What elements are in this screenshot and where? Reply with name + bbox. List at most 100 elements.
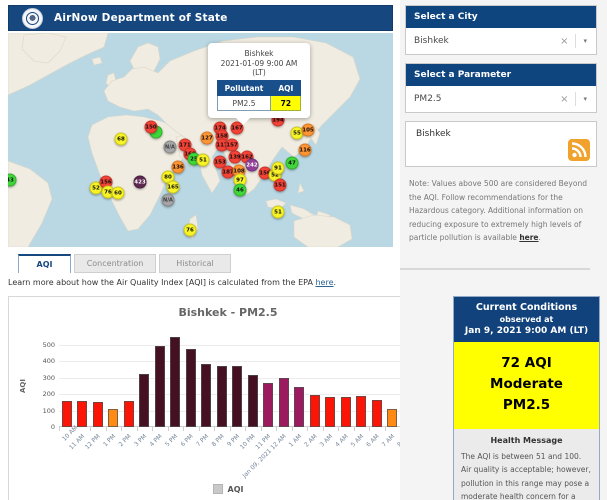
health-message-title: Health Message <box>461 436 592 445</box>
bar-2-am <box>310 395 320 427</box>
current-aqi-block: 72 AQI Moderate PM2.5 <box>454 342 599 429</box>
popup-aqi-value: 72 <box>271 96 301 111</box>
map-marker-136[interactable]: 136 <box>172 161 185 174</box>
sidebar-divider <box>400 268 590 270</box>
map-marker-60[interactable]: 60 <box>112 187 125 200</box>
bar-11-pm <box>263 383 273 427</box>
bar-7-am <box>387 409 397 427</box>
map-marker-105[interactable]: 105 <box>302 124 315 137</box>
current-conditions-header: Current Conditions observed at Jan 9, 20… <box>454 297 599 342</box>
map-marker-46[interactable]: 46 <box>234 184 247 197</box>
x-tick <box>75 427 76 431</box>
map-marker-242[interactable]: 242 <box>246 159 259 172</box>
rss-feed-box: Bishkek <box>405 121 597 167</box>
popup-city: Bishkek <box>211 49 307 58</box>
current-aqi-category: Moderate <box>454 374 599 395</box>
map-marker-51[interactable]: 51 <box>197 154 210 167</box>
map-marker-150[interactable]: 150 <box>145 121 158 134</box>
x-tick <box>121 427 122 431</box>
x-tick <box>276 427 277 431</box>
select-parameter-panel: Select a Parameter PM2.5 × ▾ <box>405 63 597 113</box>
x-tick <box>214 427 215 431</box>
map-marker-68[interactable]: 68 <box>115 133 128 146</box>
map-marker-165[interactable]: 165 <box>167 181 180 194</box>
learn-more-link[interactable]: here <box>315 278 333 287</box>
gridline-200 <box>59 394 431 395</box>
bar-8-pm <box>217 366 227 427</box>
y-tick-0: 0 <box>31 423 55 431</box>
x-tick <box>230 427 231 431</box>
parameter-select[interactable]: PM2.5 × ▾ <box>406 86 596 112</box>
city-select[interactable]: Bishkek × ▾ <box>406 28 596 54</box>
map-marker-76[interactable]: 76 <box>184 224 197 237</box>
map-marker-157[interactable]: 157 <box>226 139 239 152</box>
parameter-select-value[interactable]: PM2.5 <box>414 94 553 104</box>
map-marker-116[interactable]: 116 <box>299 144 312 157</box>
world-aqi-map[interactable]: 4352156766042368150N/A171160255112713680… <box>8 33 393 247</box>
chart-plot-area: 010020030040050010 AM11 AM12 PM1 PM2 PM3… <box>59 335 431 427</box>
city-select-value[interactable]: Bishkek <box>414 36 553 46</box>
tab-historical[interactable]: Historical <box>159 254 231 273</box>
x-tick <box>90 427 91 431</box>
bar-jan-09-2021-12-am <box>279 378 289 427</box>
x-tick <box>338 427 339 431</box>
bar-1-am <box>294 387 304 427</box>
x-tick <box>245 427 246 431</box>
x-tick <box>307 427 308 431</box>
tab-concentration[interactable]: Concentration <box>74 254 156 273</box>
bar-12-pm <box>93 402 103 427</box>
y-tick-500: 500 <box>31 341 55 349</box>
bar-6-am <box>372 400 382 427</box>
legend-swatch-icon <box>213 484 223 494</box>
chart-y-axis-label: AQI <box>19 379 27 393</box>
chart-legend: AQI <box>9 484 447 494</box>
map-marker-151[interactable]: 151 <box>274 179 287 192</box>
current-aqi-value: 72 AQI <box>454 353 599 374</box>
chevron-down-icon[interactable]: ▾ <box>576 37 594 45</box>
popup-table: Pollutant AQI PM2.5 72 <box>217 80 302 111</box>
current-conditions-title: Current Conditions <box>456 302 597 313</box>
learn-more-text: Learn more about how the Air Quality Ind… <box>8 278 336 287</box>
map-marker-423[interactable]: 423 <box>134 176 147 189</box>
map-marker-51[interactable]: 51 <box>272 206 285 219</box>
clear-icon[interactable]: × <box>553 94 575 105</box>
bar-10-am <box>62 401 72 427</box>
learn-more-label: Learn more about how the Air Quality Ind… <box>8 278 315 287</box>
state-department-seal-icon <box>22 8 43 29</box>
app-title: AirNow Department of State <box>54 12 228 24</box>
current-aqi-pollutant: PM2.5 <box>454 395 599 416</box>
bar-2-pm <box>124 401 134 427</box>
bar-4-am <box>341 397 351 427</box>
health-message-text: The AQI is between 51 and 100. Air quali… <box>461 450 592 500</box>
popup-pollutant-value: PM2.5 <box>217 96 271 111</box>
observed-datetime: Jan 9, 2021 9:00 AM (LT) <box>456 326 597 336</box>
map-marker-na[interactable]: N/A <box>162 194 175 207</box>
bar-3-am <box>325 397 335 427</box>
gridline-300 <box>59 378 431 379</box>
x-tick <box>385 427 386 431</box>
rss-icon[interactable] <box>568 139 590 161</box>
rss-city-label: Bishkek <box>416 129 596 139</box>
map-marker-127[interactable]: 127 <box>201 132 214 145</box>
select-city-header: Select a City <box>406 6 596 28</box>
chevron-down-icon[interactable]: ▾ <box>576 95 594 103</box>
y-tick-100: 100 <box>31 407 55 415</box>
x-tick <box>106 427 107 431</box>
popup-col-aqi: AQI <box>271 81 301 96</box>
bar-5-pm <box>170 337 180 427</box>
bar-1-pm <box>108 409 118 427</box>
note-here-link[interactable]: here <box>519 233 538 242</box>
x-label-10-am: 10 AM <box>61 433 71 443</box>
map-marker-na[interactable]: N/A <box>164 141 177 154</box>
clear-icon[interactable]: × <box>553 36 575 47</box>
chart-tabs: AQIConcentrationHistorical <box>18 254 231 273</box>
page: AirNow Department of State <box>0 0 607 500</box>
map-marker-47[interactable]: 47 <box>286 157 299 170</box>
tab-aqi[interactable]: AQI <box>18 254 71 273</box>
x-tick <box>59 427 60 431</box>
x-tick <box>292 427 293 431</box>
bar-10-pm <box>248 375 258 427</box>
map-marker-91[interactable]: 91 <box>272 162 285 175</box>
gridline-500 <box>59 345 431 346</box>
x-tick <box>354 427 355 431</box>
